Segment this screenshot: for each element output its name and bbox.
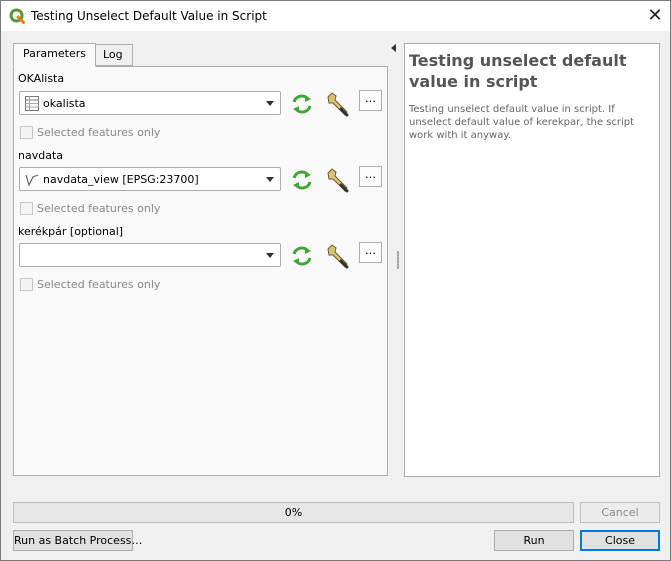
help-title: Testing unselect default value in script xyxy=(409,51,627,91)
okalista-more-button[interactable]: … xyxy=(359,90,382,111)
title-bar: Testing Unselect Default Value in Script… xyxy=(1,1,670,31)
okalista-combobox[interactable]: okalista xyxy=(19,91,281,115)
okalista-selected-only-checkbox[interactable] xyxy=(20,126,33,139)
navdata-value: navdata_view [EPSG:23700] xyxy=(43,173,199,186)
navdata-selected-only-label: Selected features only xyxy=(37,202,161,215)
collapse-help-arrow-icon[interactable] xyxy=(391,44,396,52)
run-as-batch-button[interactable]: Run as Batch Process… xyxy=(13,530,142,551)
progress-bar: 0% xyxy=(13,502,574,523)
tab-parameters[interactable]: Parameters xyxy=(13,43,96,67)
qgis-logo-icon xyxy=(9,8,25,24)
navdata-selected-only-checkbox[interactable] xyxy=(20,202,33,215)
window-title: Testing Unselect Default Value in Script xyxy=(31,9,267,23)
kerekpar-combobox[interactable] xyxy=(19,243,281,267)
param-label-navdata: navdata xyxy=(18,149,63,162)
progress-text: 0% xyxy=(284,506,303,519)
kerekpar-selected-only-checkbox[interactable] xyxy=(20,278,33,291)
navdata-combobox[interactable]: navdata_view [EPSG:23700] xyxy=(19,167,281,191)
cancel-button[interactable]: Cancel xyxy=(580,502,660,523)
kerekpar-selected-only-label: Selected features only xyxy=(37,278,161,291)
window-close-button[interactable]: ✕ xyxy=(641,3,669,29)
help-panel: Testing unselect default value in script… xyxy=(404,43,660,477)
iterate-over-features-icon[interactable] xyxy=(290,168,314,192)
close-button[interactable]: Close xyxy=(580,530,660,551)
wrench-icon[interactable] xyxy=(325,167,351,193)
help-description: Testing unselect default value in script… xyxy=(409,104,635,141)
okalista-selected-only-label: Selected features only xyxy=(37,126,161,139)
splitter-handle[interactable] xyxy=(397,251,399,269)
line-layer-icon xyxy=(25,174,39,187)
kerekpar-more-button[interactable]: … xyxy=(359,242,382,263)
dialog-window: Testing Unselect Default Value in Script… xyxy=(0,0,671,561)
table-layer-icon xyxy=(25,96,39,111)
iterate-over-features-icon[interactable] xyxy=(290,244,314,268)
run-button[interactable]: Run xyxy=(494,530,574,551)
wrench-icon[interactable] xyxy=(325,243,351,269)
chevron-down-icon xyxy=(266,253,274,258)
chevron-down-icon xyxy=(266,177,274,182)
tab-log[interactable]: Log xyxy=(93,44,133,66)
chevron-down-icon xyxy=(266,101,274,106)
param-label-okalista: OKAlista xyxy=(18,72,65,85)
iterate-over-features-icon[interactable] xyxy=(290,92,314,116)
wrench-icon[interactable] xyxy=(325,91,351,117)
navdata-more-button[interactable]: … xyxy=(359,166,382,187)
param-label-kerekpar: kerékpár [optional] xyxy=(18,225,124,238)
okalista-value: okalista xyxy=(43,97,86,110)
